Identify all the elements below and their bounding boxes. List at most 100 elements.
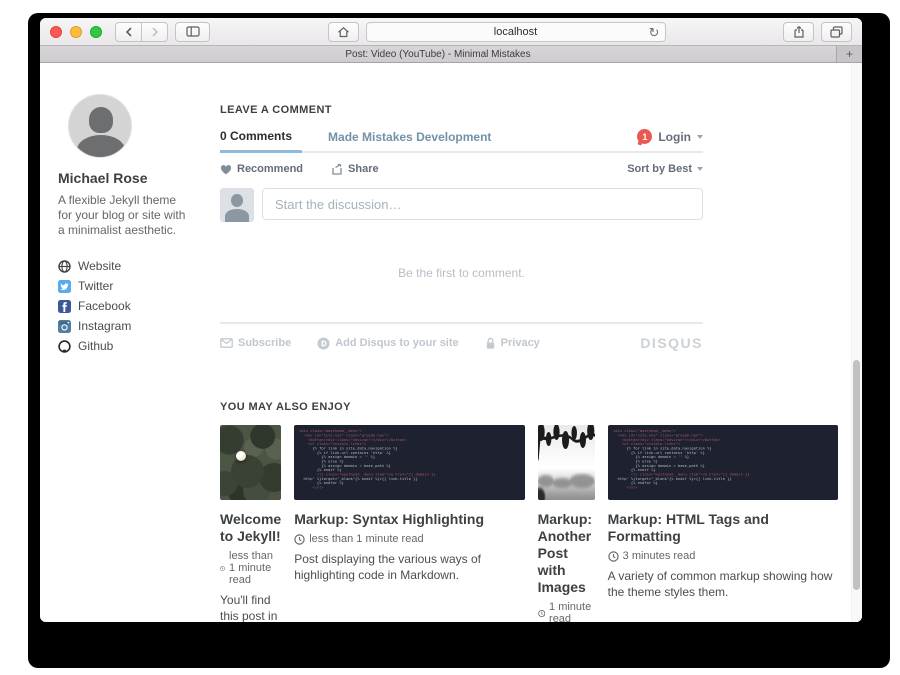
disqus-logo[interactable]: DISQUS [640,335,703,351]
clock-icon [538,608,545,619]
tab-bar: Post: Video (YouTube) - Minimal Mistakes… [40,46,862,63]
author-links: Website Twitter Facebook Instagram [58,260,220,352]
sidebar-item-instagram[interactable]: Instagram [58,320,220,332]
login-menu[interactable]: 1 Login [637,129,703,151]
avatar-silhouette-head [231,194,243,207]
address-bar[interactable]: localhost ↻ [366,22,666,42]
author-bio: A flexible Jekyll theme for your blog or… [58,193,188,238]
chevron-left-icon [124,26,134,38]
related-card-welcome[interactable]: Welcome to Jekyll! less than 1 minute re… [220,425,281,622]
card-read-time: less than 1 minute read [220,550,281,586]
card-thumbnail-image[interactable] [538,425,595,500]
facebook-icon [58,300,71,313]
read-time-label: less than 1 minute read [229,550,281,586]
login-label: Login [658,130,691,144]
forward-button[interactable] [141,22,168,42]
envelope-icon [220,338,233,348]
related-cards: Welcome to Jekyll! less than 1 minute re… [220,425,838,622]
pearl-decoration [236,451,246,461]
add-disqus-link[interactable]: Add Disqus to your site [317,337,458,350]
share-icon [793,25,805,39]
card-title[interactable]: Markup: Another Post with Images [538,511,595,596]
close-window-button[interactable] [50,26,62,38]
sidebar-item-facebook[interactable]: Facebook [58,300,220,312]
nav-button-group [115,22,168,42]
scrollbar-thumb[interactable] [853,360,860,590]
home-button[interactable] [328,22,359,42]
comment-input[interactable] [262,188,703,220]
avatar-silhouette-body [225,209,249,222]
card-title[interactable]: Markup: Syntax Highlighting [294,511,524,528]
read-time-label: less than 1 minute read [309,533,423,545]
chevron-down-icon [697,135,703,139]
clock-icon [294,534,305,545]
subscribe-label: Subscribe [238,337,291,349]
recommend-button[interactable]: Recommend [220,163,303,175]
disqus-footer: Subscribe Add Disqus to your site Privac… [220,322,703,351]
sort-menu[interactable]: Sort by Best [627,163,703,175]
link-label: Website [78,259,121,273]
back-button[interactable] [115,22,142,42]
minimize-window-button[interactable] [70,26,82,38]
tab-overview-button[interactable] [821,22,852,42]
author-sidebar: Michael Rose A flexible Jekyll theme for… [40,63,220,622]
related-card-html-tags[interactable]: <div class="masthead__menu"> <nav id="si… [608,425,838,622]
related-card-syntax[interactable]: <div class="masthead__menu"> <nav id="si… [294,425,524,622]
traffic-lights [50,26,102,38]
disqus-toolbar: Recommend Share Sort by Best [220,163,703,175]
disqus-tabs-row: 0 Comments Made Mistakes Development 1 L… [220,129,703,153]
chevron-right-icon [150,26,160,38]
main-column: LEAVE A COMMENT 0 Comments Made Mistakes… [220,63,862,622]
new-tab-button[interactable]: + [836,46,862,62]
related-posts-section: YOU MAY ALSO ENJOY Welcome to Jekyll! le… [220,401,838,622]
card-excerpt: A variety of common markup showing how t… [608,569,838,600]
reload-icon[interactable]: ↻ [649,24,660,41]
link-label: Facebook [78,299,131,313]
commenter-avatar [220,188,254,222]
globe-icon [58,260,71,273]
sidebar-icon [186,26,200,37]
home-icon [337,26,350,38]
clock-icon [608,551,619,562]
code-lines: <div class="masthead__menu"> <nav id="si… [613,429,833,490]
window-shadow: localhost ↻ Post: Video (YouTube) - Mini… [28,13,890,668]
url-text: localhost [494,26,537,38]
sidebar-item-website[interactable]: Website [58,260,220,272]
share-thread-button[interactable]: Share [331,163,379,175]
safari-window: localhost ↻ Post: Video (YouTube) - Mini… [40,18,862,622]
avatar-silhouette-head [89,107,113,133]
notification-badge[interactable]: 1 [637,129,652,144]
avatar-silhouette-body [77,135,125,158]
zoom-window-button[interactable] [90,26,102,38]
tab-active[interactable]: Post: Video (YouTube) - Minimal Mistakes [40,46,836,62]
screenshot-stage: localhost ↻ Post: Video (YouTube) - Mini… [0,0,900,675]
chevron-down-icon [697,167,703,171]
card-thumbnail-image[interactable]: <div class="masthead__menu"> <nav id="si… [608,425,838,500]
privacy-link[interactable]: Privacy [485,337,540,350]
link-label: Twitter [78,279,113,293]
sidebar-toggle-button[interactable] [175,22,210,42]
share-button[interactable] [783,22,814,42]
card-thumbnail-image[interactable] [220,425,281,500]
sidebar-item-twitter[interactable]: Twitter [58,280,220,292]
card-title[interactable]: Welcome to Jekyll! [220,511,281,545]
card-thumbnail-image[interactable]: <div class="masthead__menu"> <nav id="si… [294,425,524,500]
tab-comments-count[interactable]: 0 Comments [220,129,302,153]
subscribe-link[interactable]: Subscribe [220,337,291,349]
read-time-label: 3 minutes read [623,550,696,562]
heart-icon [220,164,232,175]
privacy-label: Privacy [501,337,540,349]
card-read-time: 1 minute read [538,601,595,622]
sidebar-item-github[interactable]: Github [58,340,220,352]
related-card-images[interactable]: Markup: Another Post with Images 1 minut… [538,425,595,622]
page-content: Michael Rose A flexible Jekyll theme for… [40,63,862,622]
related-heading: YOU MAY ALSO ENJOY [220,401,838,413]
card-read-time: less than 1 minute read [294,533,524,545]
empty-state-message: Be the first to comment. [220,266,703,280]
card-excerpt: You'll find this post in your _posts dir… [220,593,281,622]
share-label: Share [348,163,379,175]
card-title[interactable]: Markup: HTML Tags and Formatting [608,511,838,545]
community-link[interactable]: Made Mistakes Development [328,130,491,151]
clock-icon [220,563,225,574]
comments-section: LEAVE A COMMENT 0 Comments Made Mistakes… [220,104,703,351]
